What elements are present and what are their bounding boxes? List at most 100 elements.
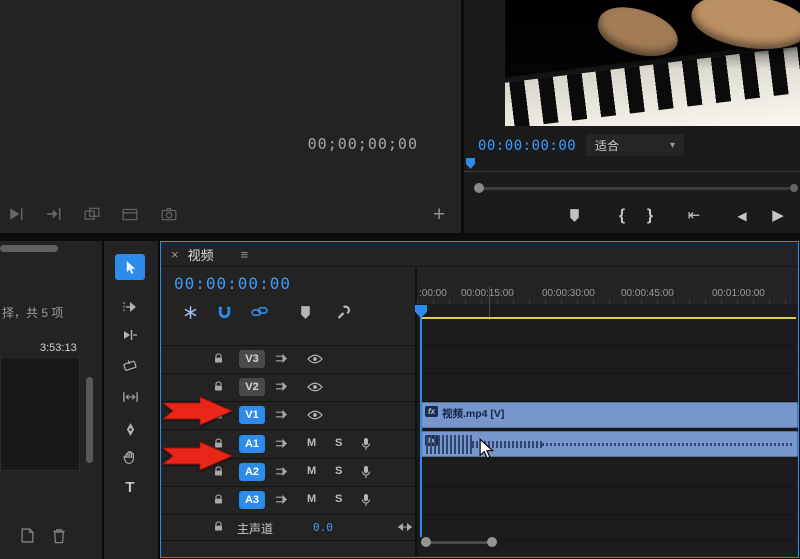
sync-lock-icon[interactable]: [275, 466, 288, 477]
program-timecode[interactable]: 00:00:00:00: [478, 138, 576, 154]
linked-selection-icon[interactable]: [251, 305, 269, 323]
project-horizontal-scrollbar[interactable]: [0, 245, 58, 252]
zoom-fit-dropdown[interactable]: 适合 ▾: [586, 134, 684, 156]
video-clip-v1[interactable]: fx 视频.mp4 [V]: [421, 402, 798, 428]
panel-menu-icon[interactable]: ≡: [241, 247, 249, 262]
nest-sequence-icon[interactable]: [183, 305, 201, 323]
ruler-label: 00:00:15:00: [461, 288, 514, 299]
type-tool[interactable]: T: [115, 474, 145, 500]
insert-icon[interactable]: [46, 207, 66, 223]
track-target-a1[interactable]: A1: [239, 435, 265, 453]
hand-tool[interactable]: [115, 444, 145, 470]
voiceover-mic-icon[interactable]: [361, 465, 371, 479]
add-marker-icon[interactable]: [562, 205, 586, 227]
video-clip-label: 视频.mp4 [V]: [442, 406, 504, 421]
lock-icon[interactable]: [213, 494, 224, 505]
master-track-header: 主声道 0.0: [161, 514, 415, 540]
zoom-handle-left[interactable]: [421, 537, 431, 547]
mute-button[interactable]: M: [307, 465, 316, 477]
master-level-value[interactable]: 0.0: [313, 521, 333, 534]
source-timecode: 00;00;00;00: [250, 135, 418, 153]
track-target-v2[interactable]: V2: [239, 378, 265, 396]
program-zoom-scrollbar[interactable]: [480, 187, 790, 190]
track-select-tool[interactable]: [115, 294, 145, 320]
export-frame-icon[interactable]: [161, 207, 181, 223]
track-target-v3[interactable]: V3: [239, 350, 265, 368]
sync-lock-icon[interactable]: [275, 438, 288, 449]
sync-lock-icon[interactable]: [275, 409, 288, 420]
snap-magnet-icon[interactable]: [217, 305, 235, 323]
timeline-settings-wrench-icon[interactable]: [335, 305, 353, 323]
lift-icon[interactable]: [84, 207, 104, 223]
track-output-eye-icon[interactable]: [307, 410, 323, 420]
step-back-button[interactable]: ◀: [730, 205, 754, 227]
timeline-timecode[interactable]: 00:00:00:00: [174, 274, 291, 293]
solo-button[interactable]: S: [335, 465, 342, 477]
voiceover-mic-icon[interactable]: [361, 493, 371, 507]
go-to-in-button[interactable]: ⇤: [682, 205, 706, 227]
project-vertical-scrollbar[interactable]: [86, 377, 93, 463]
play-button[interactable]: ▶: [766, 205, 790, 227]
timeline-zoom-scrollbar[interactable]: [429, 541, 491, 544]
track-target-v1[interactable]: V1: [239, 406, 265, 424]
track-target-a3[interactable]: A3: [239, 491, 265, 509]
ripple-edit-tool[interactable]: [115, 322, 145, 348]
extract-icon[interactable]: [122, 207, 142, 223]
lock-icon[interactable]: [213, 381, 224, 392]
voiceover-mic-icon[interactable]: [361, 437, 371, 451]
clip-thumbnail[interactable]: [0, 357, 80, 471]
razor-tool[interactable]: [115, 352, 145, 378]
program-monitor-panel: 00:00:00:00 适合 ▾ { } ⇤ ◀ ▶: [464, 0, 800, 233]
project-panel: 择，共 5 项 3:53:13: [0, 241, 102, 559]
pen-tool[interactable]: [115, 416, 145, 442]
lock-icon[interactable]: [213, 353, 224, 364]
timeline-marker-icon[interactable]: [299, 305, 317, 323]
tab-timeline-video[interactable]: 视频: [188, 245, 214, 264]
play-icon[interactable]: [8, 207, 28, 223]
add-button[interactable]: +: [433, 203, 445, 227]
zoom-handle-right[interactable]: [487, 537, 497, 547]
slip-tool[interactable]: [115, 384, 145, 410]
lock-icon[interactable]: [213, 521, 224, 532]
mark-in-button[interactable]: {: [610, 205, 634, 227]
audio-waveform-loud: [426, 435, 472, 454]
program-scrub-track[interactable]: [464, 171, 800, 172]
new-item-icon[interactable]: [20, 528, 36, 544]
close-icon[interactable]: ×: [171, 247, 179, 262]
track-header-v3: V3: [161, 345, 415, 373]
track-output-eye-icon[interactable]: [307, 354, 323, 364]
playhead-line[interactable]: [420, 306, 422, 537]
audio-waveform-silent: [542, 443, 792, 446]
mute-button[interactable]: M: [307, 493, 316, 505]
clip-duration: 3:53:13: [40, 342, 77, 354]
program-playhead[interactable]: [466, 158, 475, 169]
sync-lock-icon[interactable]: [275, 381, 288, 392]
mark-out-button[interactable]: }: [638, 205, 662, 227]
timeline-ruler[interactable]: :00:00 00:00:15:00 00:00:30:00 00:00:45:…: [417, 268, 797, 304]
zoom-fit-value: 适合: [595, 137, 619, 154]
timeline-panel: × 视频 ≡ 00:00:00:00 :00:00 00:00:15:00 00…: [160, 241, 799, 558]
ruler-gridline: [489, 286, 490, 320]
audio-clip-a1[interactable]: fx: [421, 431, 798, 457]
program-video-preview: [505, 0, 800, 126]
annotation-arrow-v1: [163, 396, 235, 426]
timeline-tab-bar: × 视频 ≡: [161, 242, 798, 267]
audio-keyframe-icon[interactable]: [397, 522, 413, 532]
sync-lock-icon[interactable]: [275, 494, 288, 505]
timeline-track-area: [417, 304, 797, 556]
track-target-a2[interactable]: A2: [239, 463, 265, 481]
ruler-label: 00:01:00:00: [712, 288, 765, 299]
solo-button[interactable]: S: [335, 493, 342, 505]
annotation-arrow-a1: [163, 441, 235, 471]
program-zoom-handle-right[interactable]: [790, 184, 798, 192]
mouse-cursor: [479, 438, 495, 460]
track-output-eye-icon[interactable]: [307, 382, 323, 392]
sync-lock-icon[interactable]: [275, 353, 288, 364]
fx-badge: fx: [425, 406, 438, 417]
ruler-label: :00:00: [419, 288, 447, 299]
trash-icon[interactable]: [52, 528, 68, 544]
selection-tool[interactable]: [115, 254, 145, 280]
solo-button[interactable]: S: [335, 437, 342, 449]
program-zoom-handle-left[interactable]: [474, 183, 484, 193]
mute-button[interactable]: M: [307, 437, 316, 449]
